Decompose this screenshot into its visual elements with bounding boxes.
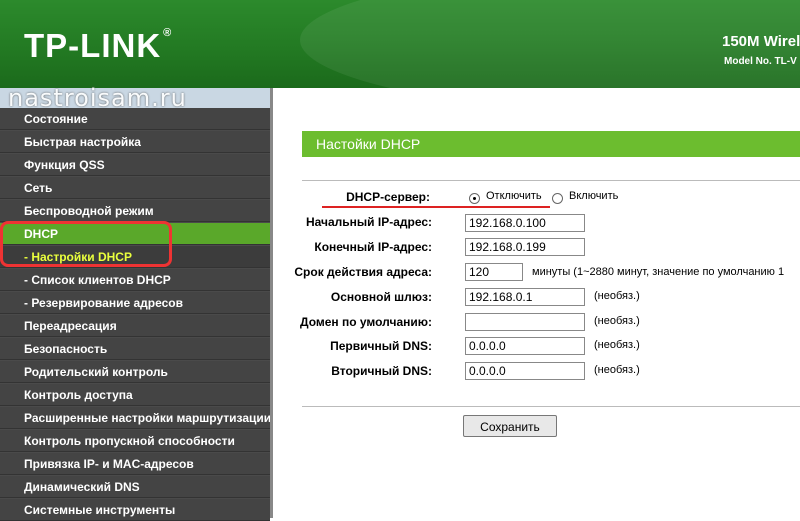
- sidebar-item-wireless[interactable]: Беспроводной режим: [0, 200, 270, 222]
- dhcp-disable-radio[interactable]: [469, 193, 480, 204]
- dhcp-server-label: DHCP-сервер:: [346, 190, 430, 204]
- end-ip-input[interactable]: [465, 238, 585, 256]
- dhcp-enable-radio[interactable]: [552, 193, 563, 204]
- sidebar-item-quick-setup[interactable]: Быстрая настройка: [0, 131, 270, 153]
- sidebar-item-forwarding[interactable]: Переадресация: [0, 315, 270, 337]
- sidebar-item-status[interactable]: Состояние: [0, 108, 270, 130]
- lease-time-label: Срок действия адреса:: [294, 265, 432, 279]
- start-ip-label: Начальный IP-адрес:: [305, 215, 432, 229]
- sidebar-item-security[interactable]: Безопасность: [0, 338, 270, 360]
- sidebar-item-access-control[interactable]: Контроль доступа: [0, 384, 270, 406]
- gateway-label: Основной шлюз:: [330, 290, 432, 304]
- domain-optional-note: (необяз.): [594, 315, 640, 327]
- domain-label: Домен по умолчанию:: [300, 315, 433, 329]
- dhcp-enable-label: Включить: [569, 190, 619, 202]
- tp-link-logo: TP-LINK ®: [24, 27, 173, 64]
- sidebar-item-network[interactable]: Сеть: [0, 177, 270, 199]
- sidebar-menu: Состояние Быстрая настройка Функция QSS …: [0, 108, 271, 521]
- primary-dns-optional-note: (необяз.): [594, 339, 640, 351]
- sidebar-item-advanced-routing[interactable]: Расширенные настройки маршрутизации: [0, 407, 271, 429]
- divider-bottom: [302, 406, 800, 407]
- secondary-dns-label: Вторичный DNS:: [331, 364, 432, 378]
- gateway-input[interactable]: [465, 288, 585, 306]
- dhcp-highlight-annotation: [0, 221, 172, 267]
- primary-dns-label: Первичный DNS:: [330, 339, 432, 353]
- secondary-dns-input[interactable]: [465, 362, 585, 380]
- save-button[interactable]: Сохранить: [463, 415, 557, 437]
- sidebar-item-ip-mac-binding[interactable]: Привязка IP- и MAC-адресов: [0, 453, 270, 475]
- model-number: Model No. TL-V: [724, 56, 797, 67]
- model-title: 150M Wirel: [722, 33, 800, 50]
- header-banner: TP-LINK ® 150M Wirel Model No. TL-V: [0, 0, 800, 88]
- underline-annotation: [322, 206, 550, 208]
- sidebar-item-parental-control[interactable]: Родительский контроль: [0, 361, 270, 383]
- dhcp-disable-label: Отключить: [486, 190, 542, 202]
- secondary-dns-optional-note: (необяз.): [594, 364, 640, 376]
- gateway-optional-note: (необяз.): [594, 290, 640, 302]
- section-title: Настойки DHCP: [302, 131, 800, 157]
- domain-input[interactable]: [465, 313, 585, 331]
- sidebar-item-dynamic-dns[interactable]: Динамический DNS: [0, 476, 270, 498]
- lease-time-input[interactable]: [465, 263, 523, 281]
- primary-dns-input[interactable]: [465, 337, 585, 355]
- end-ip-label: Конечный IP-адрес:: [314, 240, 432, 254]
- sidebar-item-qss[interactable]: Функция QSS: [0, 154, 270, 176]
- sidebar-item-address-reservation[interactable]: - Резервирование адресов: [0, 292, 270, 314]
- sidebar-item-bandwidth-control[interactable]: Контроль пропускной способности: [0, 430, 270, 452]
- divider-top: [302, 180, 800, 181]
- lease-time-note: минуты (1~2880 минут, значение по умолча…: [532, 266, 785, 278]
- sidebar-item-dhcp-clients[interactable]: - Список клиентов DHCP: [0, 269, 270, 291]
- start-ip-input[interactable]: [465, 214, 585, 232]
